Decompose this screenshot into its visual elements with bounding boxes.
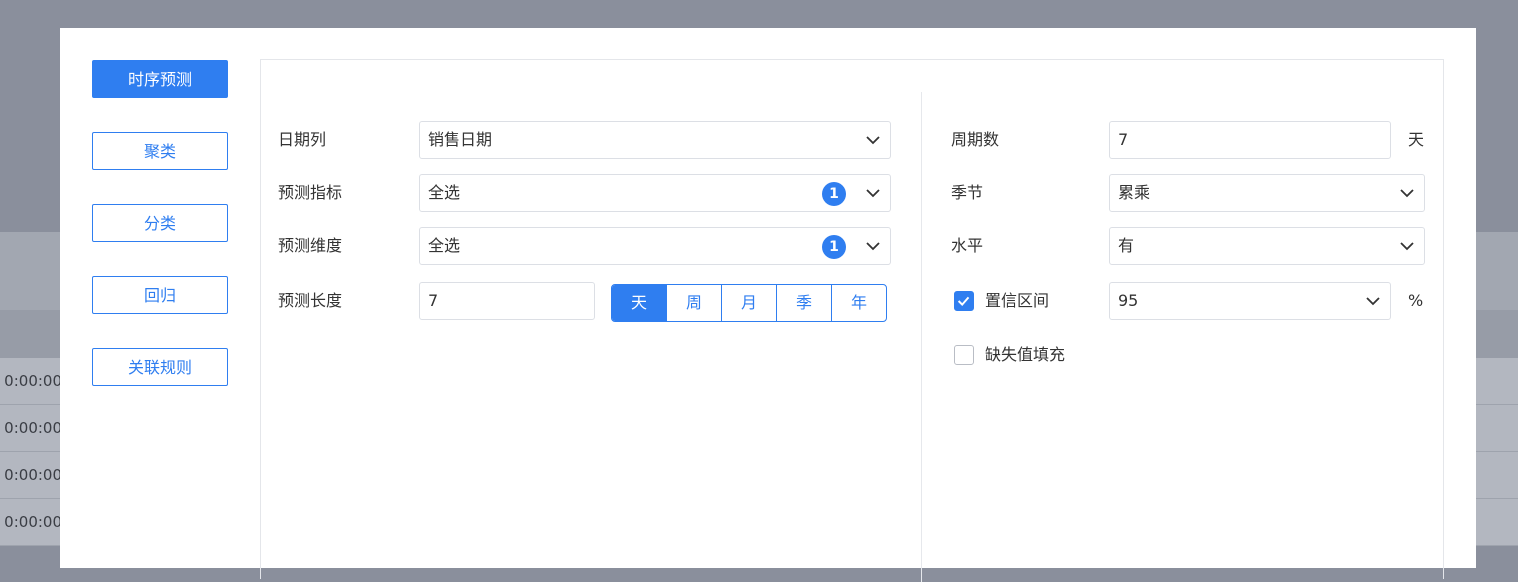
- unit-month-option[interactable]: 月: [721, 285, 776, 321]
- missing-fill-checkbox[interactable]: [954, 345, 974, 365]
- confidence-interval-value: 95: [1118, 291, 1139, 310]
- forecast-length-label: 预测长度: [278, 291, 343, 310]
- forecast-metric-label: 预测指标: [278, 183, 343, 202]
- chevron-down-icon: [1366, 297, 1380, 306]
- chevron-down-icon: [866, 136, 880, 145]
- background-row-right: [1474, 499, 1518, 546]
- forecast-dimension-select[interactable]: 全选 1: [419, 227, 891, 265]
- background-row: 0:00:00: [0, 358, 62, 405]
- forecast-dimension-label: 预测维度: [278, 236, 343, 255]
- chevron-down-icon: [1400, 242, 1414, 251]
- level-value: 有: [1118, 236, 1135, 255]
- forecast-length-unit-selector: 天 周 月 季 年: [611, 284, 887, 322]
- forecast-metric-select[interactable]: 全选 1: [419, 174, 891, 212]
- background-row-right: [1474, 452, 1518, 499]
- date-column-value: 销售日期: [428, 130, 493, 149]
- algorithm-config-dialog: 时序预测 聚类 分类 回归 关联规则 日期列 销售日期 预测指标 全选 1 预测…: [60, 28, 1476, 582]
- check-icon: [957, 296, 970, 307]
- background-row: 0:00:00: [0, 452, 62, 499]
- nav-regression-button[interactable]: 回归: [92, 276, 228, 314]
- forecast-metric-value: 全选: [428, 183, 461, 202]
- config-panel: 日期列 销售日期 预测指标 全选 1 预测维度 全选 1 预测长度 7 天 周 …: [260, 59, 1444, 582]
- confidence-interval-unit: %: [1408, 291, 1424, 310]
- periods-label: 周期数: [951, 130, 1000, 149]
- level-select[interactable]: 有: [1109, 227, 1425, 265]
- periods-value: 7: [1118, 130, 1129, 149]
- background-row: 0:00:00: [0, 405, 62, 452]
- unit-week-option[interactable]: 周: [666, 285, 721, 321]
- level-label: 水平: [951, 236, 984, 255]
- chevron-down-icon: [1400, 189, 1414, 198]
- confidence-interval-label: 置信区间: [985, 291, 1050, 310]
- nav-clustering-button[interactable]: 聚类: [92, 132, 228, 170]
- confidence-interval-checkbox[interactable]: [954, 291, 974, 311]
- nav-association-rules-button[interactable]: 关联规则: [92, 348, 228, 386]
- season-label: 季节: [951, 183, 984, 202]
- forecast-length-input[interactable]: 7: [419, 282, 595, 320]
- chevron-down-icon: [866, 242, 880, 251]
- selected-count-badge: 1: [822, 235, 846, 259]
- forecast-length-value: 7: [428, 291, 439, 310]
- chevron-down-icon: [866, 189, 880, 198]
- selected-count-badge: 1: [822, 182, 846, 206]
- season-select[interactable]: 累乘: [1109, 174, 1425, 212]
- background-row-right: [1474, 358, 1518, 405]
- background-row: 0:00:00: [0, 499, 62, 546]
- date-column-label: 日期列: [278, 130, 327, 149]
- unit-quarter-option[interactable]: 季: [776, 285, 831, 321]
- forecast-dimension-value: 全选: [428, 236, 461, 255]
- unit-year-option[interactable]: 年: [831, 285, 886, 321]
- column-divider: [921, 92, 922, 582]
- date-column-select[interactable]: 销售日期: [419, 121, 891, 159]
- nav-classification-button[interactable]: 分类: [92, 204, 228, 242]
- periods-unit: 天: [1408, 130, 1425, 149]
- unit-day-option[interactable]: 天: [612, 285, 666, 321]
- nav-time-series-forecast-button[interactable]: 时序预测: [92, 60, 228, 98]
- periods-input[interactable]: 7: [1109, 121, 1391, 159]
- season-value: 累乘: [1118, 183, 1151, 202]
- background-row-right: [1474, 405, 1518, 452]
- missing-fill-label: 缺失值填充: [985, 345, 1066, 364]
- confidence-interval-select[interactable]: 95: [1109, 282, 1391, 320]
